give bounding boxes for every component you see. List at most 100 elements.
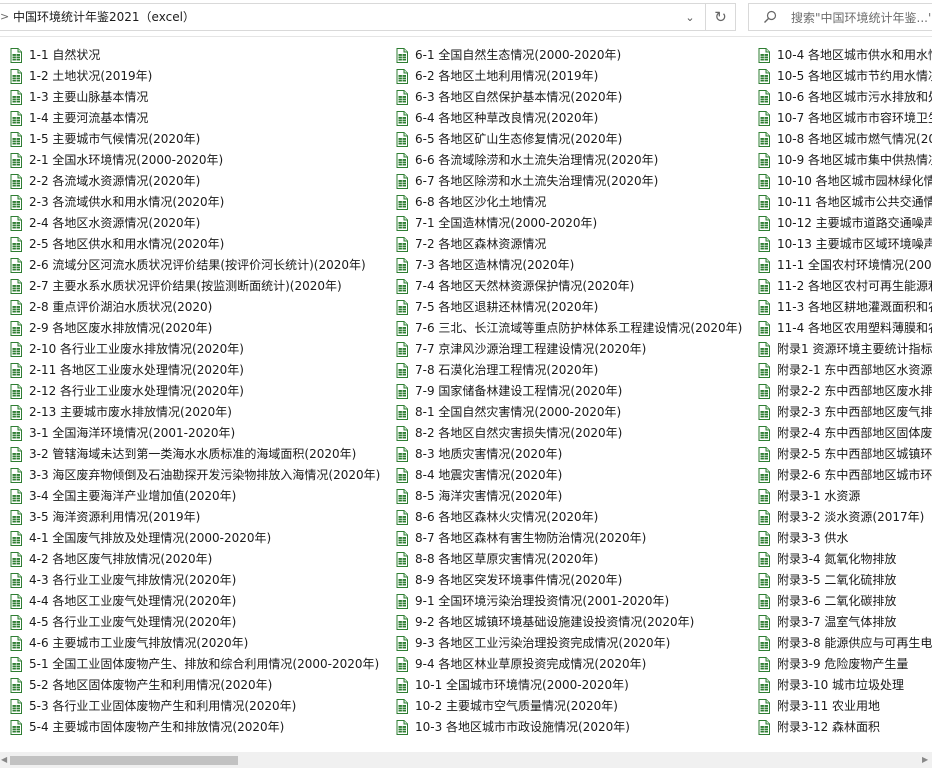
file-name: 7-2 各地区森林资源情况 bbox=[415, 237, 547, 251]
excel-file-icon bbox=[758, 573, 770, 588]
excel-file-icon bbox=[10, 636, 22, 651]
excel-file-icon bbox=[396, 552, 408, 567]
file-name: 附录2-5 东中西部地区城镇环境 bbox=[777, 447, 932, 461]
excel-file-icon bbox=[758, 216, 770, 231]
excel-file-icon bbox=[758, 657, 770, 672]
chevron-down-icon[interactable]: ⌄ bbox=[680, 9, 700, 27]
search-box[interactable]: 搜索"中国环境统计年鉴..." bbox=[748, 3, 932, 31]
refresh-icon[interactable]: ↻ bbox=[706, 3, 736, 31]
file-name: 4-3 各行业工业废气排放情况(2020年) bbox=[29, 573, 237, 587]
file-name: 附录2-2 东中西部地区废水排放 bbox=[777, 384, 932, 398]
address-path-box[interactable]: > 中国环境统计年鉴2021（excel） ⌄ bbox=[0, 3, 706, 31]
excel-file-icon bbox=[10, 132, 22, 147]
file-name: 6-6 各流域除涝和水土流失治理情况(2020年) bbox=[415, 153, 659, 167]
file-name: 8-2 各地区自然灾害损失情况(2020年) bbox=[415, 426, 623, 440]
path-text[interactable]: 中国环境统计年鉴2021（excel） bbox=[13, 9, 195, 25]
search-icon bbox=[764, 10, 777, 23]
file-name: 1-3 主要山脉基本情况 bbox=[29, 90, 149, 104]
excel-file-icon bbox=[396, 90, 408, 105]
excel-file-icon bbox=[758, 552, 770, 567]
excel-file-icon bbox=[396, 237, 408, 252]
excel-file-icon bbox=[10, 384, 22, 399]
file-name: 附录3-3 供水 bbox=[777, 531, 849, 545]
excel-file-icon bbox=[10, 678, 22, 693]
excel-file-icon bbox=[396, 321, 408, 336]
file-name: 2-3 各流域供水和用水情况(2020年) bbox=[29, 195, 225, 209]
file-name: 2-12 各行业工业废水处理情况(2020年) bbox=[29, 384, 244, 398]
file-name: 4-2 各地区废气排放情况(2020年) bbox=[29, 552, 213, 566]
excel-file-icon bbox=[396, 510, 408, 525]
excel-file-icon bbox=[758, 405, 770, 420]
excel-file-icon bbox=[396, 258, 408, 273]
file-name: 附录1 资源环境主要统计指标 bbox=[777, 342, 932, 356]
excel-file-icon bbox=[396, 426, 408, 441]
file-name: 7-1 全国造林情况(2000-2020年) bbox=[415, 216, 598, 230]
excel-file-icon bbox=[10, 363, 22, 378]
excel-file-icon bbox=[758, 426, 770, 441]
scroll-right-icon[interactable]: ▶ bbox=[922, 755, 930, 765]
excel-file-icon bbox=[396, 657, 408, 672]
file-name: 5-1 全国工业固体废物产生、排放和综合利用情况(2000-2020年) bbox=[29, 657, 380, 671]
excel-file-icon bbox=[10, 153, 22, 168]
excel-file-icon bbox=[758, 279, 770, 294]
file-name: 3-4 全国主要海洋产业增加值(2020年) bbox=[29, 489, 237, 503]
excel-file-icon bbox=[396, 720, 408, 735]
file-name: 10-12 主要城市道路交通噪声 bbox=[777, 216, 932, 230]
search-input[interactable]: 搜索"中国环境统计年鉴..." bbox=[791, 10, 931, 26]
excel-file-icon bbox=[758, 384, 770, 399]
file-name: 8-9 各地区突发环境事件情况(2020年) bbox=[415, 573, 623, 587]
excel-file-icon bbox=[10, 90, 22, 105]
file-name: 3-5 海洋资源利用情况(2019年) bbox=[29, 510, 201, 524]
file-name: 6-2 各地区土地利用情况(2019年) bbox=[415, 69, 599, 83]
excel-file-icon bbox=[758, 615, 770, 630]
excel-file-icon bbox=[758, 69, 770, 84]
excel-file-icon bbox=[396, 384, 408, 399]
file-name: 附录3-8 能源供应与可再生电力 bbox=[777, 636, 932, 650]
excel-file-icon bbox=[758, 594, 770, 609]
file-name: 1-1 自然状况 bbox=[29, 48, 101, 62]
file-name: 11-4 各地区农用塑料薄膜和农药 bbox=[777, 321, 932, 335]
excel-file-icon bbox=[10, 321, 22, 336]
file-name: 附录3-12 森林面积 bbox=[777, 720, 881, 734]
file-name: 附录2-1 东中西部地区水资源 bbox=[777, 363, 932, 377]
excel-file-icon bbox=[758, 300, 770, 315]
file-name: 10-10 各地区城市园林绿化情况 bbox=[777, 174, 932, 188]
excel-file-icon bbox=[10, 216, 22, 231]
excel-file-icon bbox=[10, 405, 22, 420]
file-name: 11-2 各地区农村可再生能源利用 bbox=[777, 279, 932, 293]
address-bar: > 中国环境统计年鉴2021（excel） ⌄ ↻ 搜索"中国环境统计年鉴...… bbox=[0, 0, 932, 37]
excel-file-icon bbox=[10, 48, 22, 63]
file-name: 8-4 地震灾害情况(2020年) bbox=[415, 468, 563, 482]
excel-file-icon bbox=[396, 363, 408, 378]
scroll-thumb[interactable] bbox=[10, 756, 238, 765]
excel-file-icon bbox=[10, 615, 22, 630]
excel-file-icon bbox=[758, 174, 770, 189]
file-name: 7-6 三北、长江流域等重点防护林体系工程建设情况(2020年) bbox=[415, 321, 743, 335]
excel-file-icon bbox=[10, 468, 22, 483]
excel-file-icon bbox=[10, 510, 22, 525]
file-name: 8-3 地质灾害情况(2020年) bbox=[415, 447, 563, 461]
horizontal-scrollbar[interactable]: ◀ ▶ bbox=[0, 752, 932, 768]
file-name: 10-11 各地区城市公共交通情况 bbox=[777, 195, 932, 209]
file-name: 10-1 全国城市环境情况(2000-2020年) bbox=[415, 678, 629, 692]
excel-file-icon bbox=[758, 237, 770, 252]
excel-file-icon bbox=[396, 279, 408, 294]
path-separator-icon[interactable]: > bbox=[0, 10, 9, 24]
file-name: 6-4 各地区种草改良情况(2020年) bbox=[415, 111, 599, 125]
excel-file-icon bbox=[10, 258, 22, 273]
excel-file-icon bbox=[758, 468, 770, 483]
file-name: 10-9 各地区城市集中供热情况 bbox=[777, 153, 932, 167]
excel-file-icon bbox=[396, 594, 408, 609]
file-name: 2-11 各地区工业废水处理情况(2020年) bbox=[29, 363, 244, 377]
file-name: 4-5 各行业工业废气处理情况(2020年) bbox=[29, 615, 237, 629]
file-name: 9-3 各地区工业污染治理投资完成情况(2020年) bbox=[415, 636, 671, 650]
file-name: 4-6 主要城市工业废气排放情况(2020年) bbox=[29, 636, 249, 650]
file-name: 2-8 重点评价湖泊水质状况(2020) bbox=[29, 300, 213, 314]
file-name: 附录3-7 温室气体排放 bbox=[777, 615, 897, 629]
file-name: 1-2 土地状况(2019年) bbox=[29, 69, 153, 83]
excel-file-icon bbox=[396, 468, 408, 483]
scroll-left-icon[interactable]: ◀ bbox=[1, 755, 9, 765]
file-name: 2-6 流域分区河流水质状况评价结果(按评价河长统计)(2020年) bbox=[29, 258, 366, 272]
excel-file-icon bbox=[396, 216, 408, 231]
file-name: 3-3 海区废弃物倾倒及石油勘探开发污染物排放入海情况(2020年) bbox=[29, 468, 381, 482]
